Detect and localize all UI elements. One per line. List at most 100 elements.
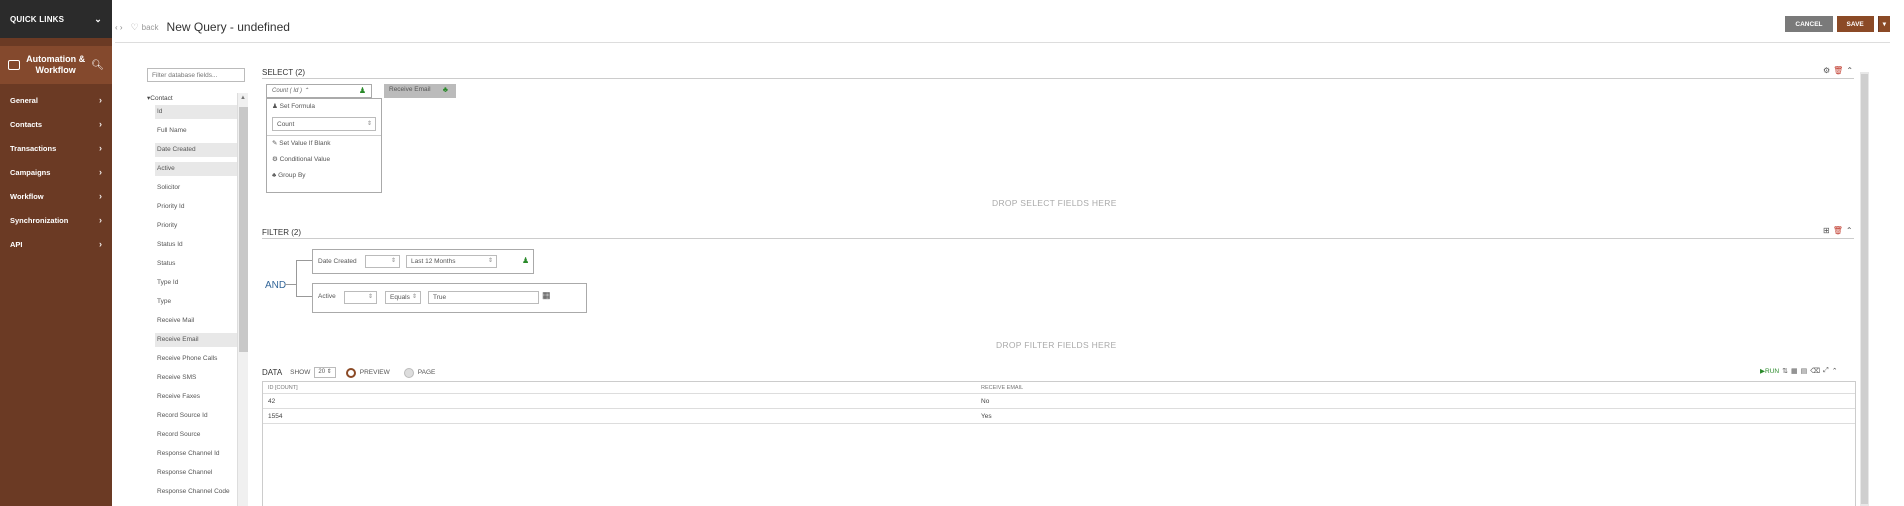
field-item[interactable]: Priority (147, 219, 239, 238)
field-item[interactable]: Priority Id (147, 200, 239, 219)
trash-icon[interactable]: 🗑︎ (1833, 66, 1843, 75)
field-item[interactable]: Solicitor (147, 181, 239, 200)
sidebar-item-label: Synchronization (10, 215, 69, 225)
sidebar-item-transactions[interactable]: Transactions › (0, 136, 112, 160)
save-button[interactable]: SAVE (1836, 16, 1874, 32)
field-item[interactable]: Receive Faxes (147, 390, 239, 409)
sidebar-item-campaigns[interactable]: Campaigns › (0, 160, 112, 184)
collapse-arrows-icon[interactable]: ‹ › (115, 23, 123, 32)
field-category[interactable]: ▾Contact (147, 92, 239, 105)
select-drop-zone[interactable]: DROP SELECT FIELDS HERE (992, 198, 1117, 208)
field-item[interactable]: Full Name (147, 124, 239, 143)
settings-icon[interactable]: ⚙ (1823, 66, 1830, 75)
sidebar-item-general[interactable]: General › (0, 88, 112, 112)
scroll-up-icon[interactable]: ▲ (240, 95, 246, 101)
table-row[interactable]: 42 No (263, 394, 1855, 409)
column-header[interactable]: RECEIVE EMAIL (981, 385, 1023, 391)
select-pill-count[interactable]: Count ( Id ) ⌃ ♟ (266, 84, 372, 98)
scrollbar-thumb[interactable] (239, 107, 248, 352)
preview-radio[interactable] (345, 367, 356, 378)
field-label: Receive Email (155, 333, 239, 347)
filter-section-title: FILTER (2) (262, 228, 301, 237)
table-row[interactable]: 1554 Yes (263, 409, 1855, 424)
field-label: Solicitor (157, 184, 181, 191)
quick-links[interactable]: QUICK LINKS ⌄ (0, 0, 112, 38)
category-label: Contact (150, 95, 173, 102)
add-icon[interactable]: ⊞ (1823, 226, 1830, 235)
sidebar-item-contacts[interactable]: Contacts › (0, 112, 112, 136)
tree-line (296, 260, 297, 296)
expand-icon[interactable]: ⤢ (1823, 367, 1829, 375)
collapse-icon[interactable]: ⌃ (1832, 367, 1838, 375)
filter-operator-select[interactable]: Equals ⇕ (385, 291, 421, 304)
select-pill-dropdown: ♟ Set Formula Count ⇕ ✎ Set Value If Blan… (266, 98, 382, 193)
field-label: Response Channel (157, 469, 213, 476)
field-item[interactable]: Active (147, 162, 239, 181)
save-options-caret[interactable]: ▾ (1877, 16, 1890, 32)
formula-select[interactable]: Count ⇕ (272, 117, 376, 131)
heart-icon[interactable]: ♡ (131, 22, 139, 33)
set-formula-item[interactable]: ♟ Set Formula (267, 99, 381, 115)
collapse-icon[interactable]: ⌃ (1846, 226, 1853, 235)
sort-icon[interactable]: ⇅ (1782, 367, 1788, 375)
field-label: Response Channel Id (157, 450, 220, 457)
main-scrollbar[interactable] (1860, 72, 1869, 506)
page-title: New Query - undefined (166, 20, 290, 34)
filter-modifier-select[interactable]: ⇕ (344, 291, 377, 304)
sidebar-item-api[interactable]: API › (0, 232, 112, 256)
field-label: Id (155, 105, 239, 119)
eraser-icon[interactable]: ⌫ (1810, 367, 1820, 375)
cancel-button[interactable]: CANCEL (1785, 16, 1833, 32)
filter-operator-select[interactable]: ⇕ (365, 255, 400, 268)
grid-icon[interactable]: ▦ (542, 290, 551, 301)
back-link[interactable]: back (142, 23, 159, 32)
conditional-value-item[interactable]: ⚙ Conditional Value (267, 152, 381, 168)
collapse-icon[interactable]: ⌃ (1846, 66, 1853, 75)
field-item[interactable]: Response Channel (147, 466, 239, 485)
sidebar-item-synchronization[interactable]: Synchronization › (0, 208, 112, 232)
field-item[interactable]: Record Source (147, 428, 239, 447)
module-header[interactable]: Automation & Workflow 🔍︎ (0, 46, 112, 84)
chevron-right-icon: › (99, 191, 102, 201)
data-section-title: DATA (262, 368, 283, 377)
filter-row-date-created[interactable]: Date Created ⇕ Last 12 Months ⇕ ♟ (312, 249, 534, 274)
set-value-if-blank-item[interactable]: ✎ Set Value If Blank (267, 136, 381, 152)
sidebar-item-workflow[interactable]: Workflow › (0, 184, 112, 208)
group-by-item[interactable]: ♣ Group By (267, 168, 381, 184)
filter-value-input[interactable]: True (428, 291, 539, 304)
field-item[interactable]: Receive Email (147, 333, 239, 352)
scrollbar-thumb[interactable] (1861, 74, 1868, 504)
field-item[interactable]: Record Source Id (147, 409, 239, 428)
column-header[interactable]: ID [COUNT] (268, 385, 298, 391)
field-item[interactable]: Type Id (147, 276, 239, 295)
field-item[interactable]: Status Id (147, 238, 239, 257)
field-item[interactable]: Response Channel Code (147, 485, 239, 504)
data-tools: ▶RUN ⇅ ▦ ▤ ⌫ ⤢ ⌃ (1760, 367, 1838, 375)
menu-label: Group By (278, 172, 306, 179)
filter-value-select[interactable]: Last 12 Months ⇕ (406, 255, 497, 268)
table-cell: 1554 (268, 413, 283, 420)
filter-fields-input[interactable] (147, 68, 245, 82)
filter-row-active[interactable]: Active ⇕ Equals ⇕ True ▦ (312, 283, 587, 313)
field-item[interactable]: Receive Phone Calls (147, 352, 239, 371)
field-list-scrollbar[interactable]: ▲ (237, 93, 248, 506)
field-item[interactable]: Id (147, 105, 239, 124)
filter-operator[interactable]: AND (265, 280, 286, 291)
field-item[interactable]: Response Channel Id (147, 447, 239, 466)
field-item[interactable]: Status (147, 257, 239, 276)
field-item[interactable]: Receive Mail (147, 314, 239, 333)
field-item[interactable]: Date Created (147, 143, 239, 162)
search-icon[interactable]: 🔍︎ (91, 60, 104, 71)
filter-drop-zone[interactable]: DROP FILTER FIELDS HERE (996, 340, 1116, 350)
field-item[interactable]: Type (147, 295, 239, 314)
show-count-select[interactable]: 20 ⇕ (314, 367, 336, 378)
field-item[interactable]: Receive SMS (147, 371, 239, 390)
field-label: Record Source (157, 431, 201, 438)
trash-icon[interactable]: 🗑︎ (1833, 226, 1843, 235)
page-radio[interactable] (403, 367, 414, 378)
select-pill-receive-email[interactable]: Receive Email ♣ (384, 84, 456, 98)
table-icon[interactable]: ▦ (1791, 367, 1798, 375)
run-button[interactable]: ▶RUN (1760, 367, 1779, 375)
field-label: Type Id (157, 279, 179, 286)
document-icon[interactable]: ▤ (1801, 367, 1808, 375)
